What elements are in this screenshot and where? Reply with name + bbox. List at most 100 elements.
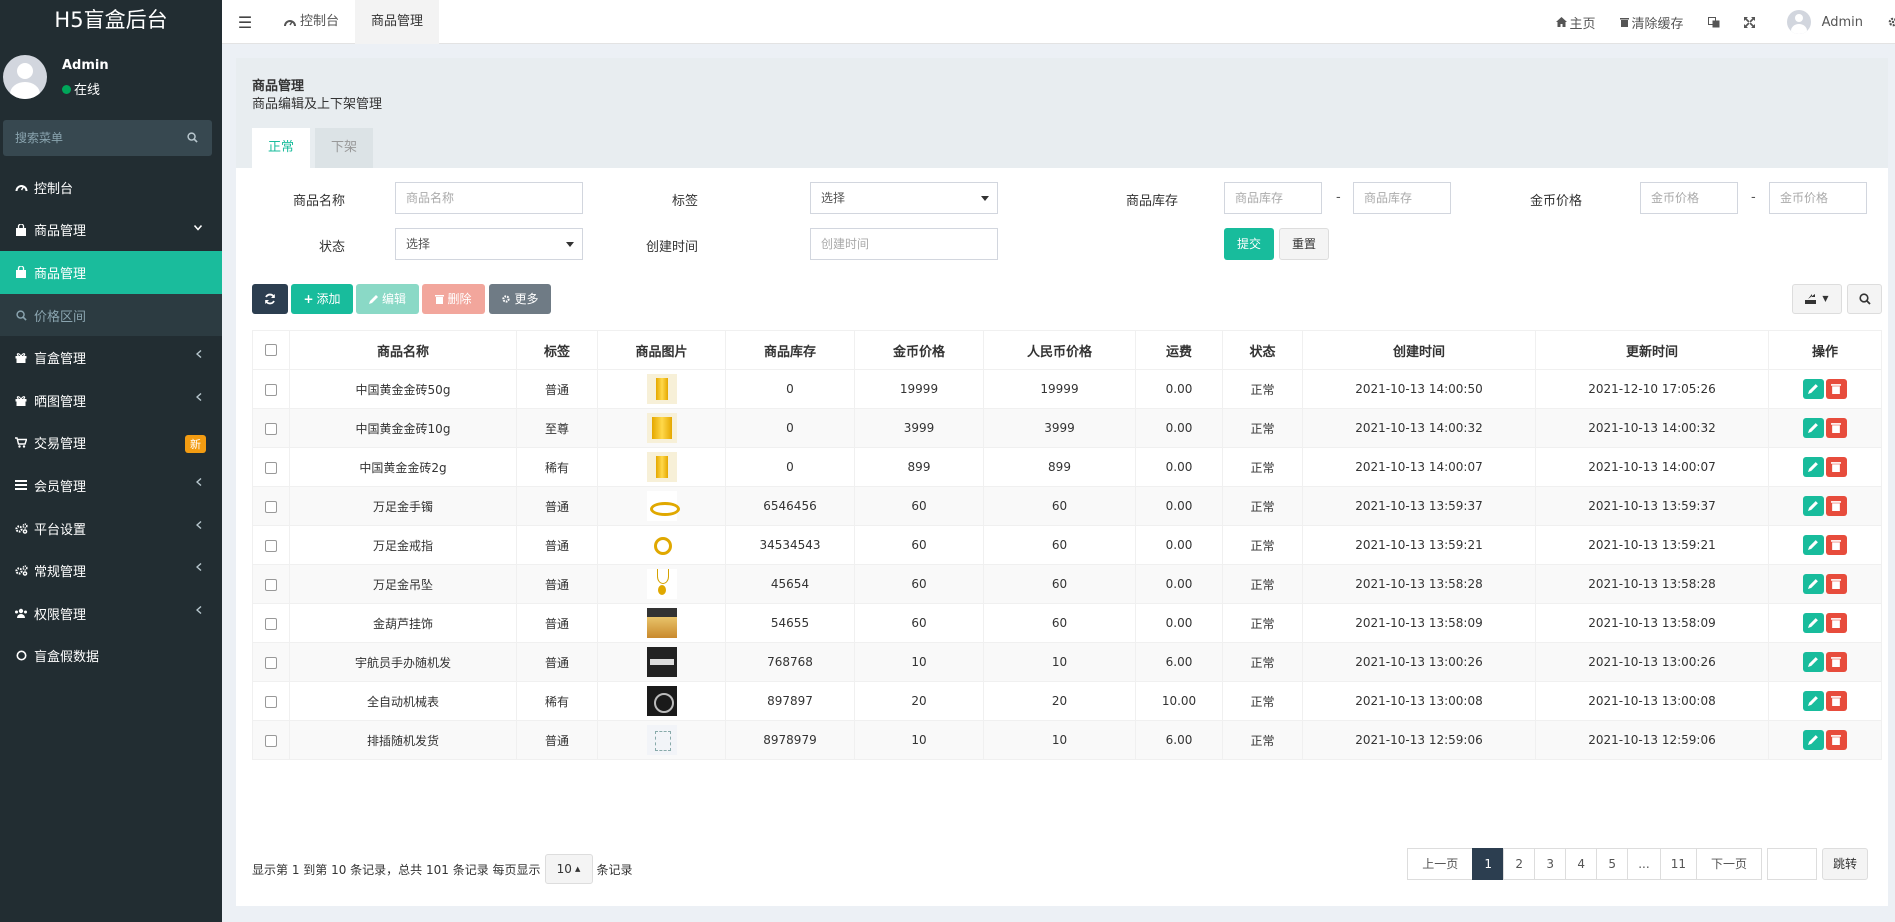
page-button-0[interactable]: 1 (1472, 848, 1505, 880)
product-thumbnail[interactable] (646, 725, 677, 755)
table-row[interactable]: 万足金手镯 普通 6546456 60 60 0.00 正常 2021-10-13 13:59… (252, 486, 1882, 526)
status-select[interactable]: 选择 (395, 228, 583, 260)
row-edit-button[interactable] (1803, 652, 1824, 672)
page-button-6[interactable]: 11 (1659, 848, 1697, 880)
row-delete-button[interactable] (1826, 613, 1847, 633)
row-delete-button[interactable] (1826, 730, 1847, 750)
sidebar-item-8[interactable]: 平台设置 (0, 507, 222, 550)
row-edit-button[interactable] (1803, 730, 1824, 750)
product-thumbnail[interactable] (646, 608, 677, 638)
row-edit-button[interactable] (1803, 457, 1824, 477)
sidebar-item-5[interactable]: 晒图管理 (0, 379, 222, 422)
stock-max-input[interactable] (1353, 182, 1451, 214)
page-button-1[interactable]: 2 (1503, 848, 1536, 880)
row-edit-button[interactable] (1803, 613, 1824, 633)
col-name[interactable]: 商品名称 (289, 330, 517, 370)
checkbox[interactable] (265, 617, 277, 630)
sidebar-item-3[interactable]: 价格区间 (0, 293, 222, 337)
row-edit-button[interactable] (1803, 418, 1824, 438)
table-row[interactable]: 中国黄金金砖10g 至尊 0 3999 3999 0.00 正常 2021-10-13 14:… (252, 408, 1882, 448)
table-row[interactable]: 排插随机发货 普通 8978979 10 10 6.00 正常 2021-10-13 12:5… (252, 720, 1882, 760)
sidebar-item-0[interactable]: 控制台 (0, 166, 222, 209)
tab-product-manage[interactable]: 商品管理 (355, 0, 440, 44)
tab-normal[interactable]: 正常 (252, 128, 311, 168)
settings-button[interactable] (1875, 16, 1895, 28)
checkbox[interactable] (265, 539, 277, 552)
table-row[interactable]: 万足金戒指 普通 34534543 60 60 0.00 正常 2021-10-13 13:5… (252, 525, 1882, 565)
created-time-input[interactable] (810, 228, 998, 260)
table-row[interactable]: 万足金吊坠 普通 45654 60 60 0.00 正常 2021-10-13 13:58:2… (252, 564, 1882, 604)
col-tag[interactable]: 标签 (516, 330, 598, 370)
row-checkbox-cell[interactable] (252, 525, 290, 565)
fullscreen-button[interactable] (1732, 16, 1767, 28)
page-button-3[interactable]: 4 (1565, 848, 1598, 880)
row-delete-button[interactable] (1826, 457, 1847, 477)
page-button-4[interactable]: 5 (1596, 848, 1629, 880)
sidebar-item-9[interactable]: 常规管理 (0, 549, 222, 592)
next-page-button[interactable]: 下一页 (1695, 848, 1762, 880)
sidebar-item-2[interactable]: 商品管理 (0, 251, 222, 294)
clear-cache-link[interactable]: 清除缓存 (1608, 13, 1696, 32)
refresh-button[interactable] (252, 284, 288, 314)
sidebar-item-1[interactable]: 商品管理 (0, 209, 222, 252)
more-button[interactable]: 更多 (489, 284, 551, 314)
jump-page-input[interactable] (1766, 848, 1817, 880)
col-fee[interactable]: 运费 (1135, 330, 1223, 370)
col-updated[interactable]: 更新时间 (1535, 330, 1769, 370)
col-image[interactable]: 商品图片 (597, 330, 726, 370)
checkbox[interactable] (265, 422, 277, 435)
row-checkbox-cell[interactable] (252, 603, 290, 643)
row-edit-button[interactable] (1803, 379, 1824, 399)
tab-offshelf[interactable]: 下架 (315, 128, 374, 168)
row-edit-button[interactable] (1803, 496, 1824, 516)
sidebar-item-10[interactable]: 权限管理 (0, 592, 222, 635)
checkbox[interactable] (265, 656, 277, 669)
row-checkbox-cell[interactable] (252, 408, 290, 448)
submit-button[interactable]: 提交 (1224, 228, 1274, 260)
product-thumbnail[interactable] (646, 647, 677, 677)
price-max-input[interactable] (1769, 182, 1867, 214)
menu-toggle-icon[interactable]: ☰ (222, 13, 268, 32)
table-row[interactable]: 宇航员手办随机发 普通 768768 10 10 6.00 正常 2021-10-13 13:… (252, 642, 1882, 682)
row-edit-button[interactable] (1803, 691, 1824, 711)
row-checkbox-cell[interactable] (252, 681, 290, 721)
language-button[interactable] (1696, 16, 1732, 28)
row-delete-button[interactable] (1826, 574, 1847, 594)
product-thumbnail[interactable] (646, 452, 677, 482)
sidebar-item-6[interactable]: 交易管理 新 (0, 422, 222, 465)
prev-page-button[interactable]: 上一页 (1407, 848, 1474, 880)
reset-button[interactable]: 重置 (1279, 228, 1329, 260)
col-status[interactable]: 状态 (1222, 330, 1303, 370)
row-delete-button[interactable] (1826, 496, 1847, 516)
row-checkbox-cell[interactable] (252, 720, 290, 760)
select-all-checkbox[interactable] (252, 330, 290, 370)
col-created[interactable]: 创建时间 (1302, 330, 1536, 370)
row-checkbox-cell[interactable] (252, 564, 290, 604)
row-checkbox-cell[interactable] (252, 369, 290, 409)
price-min-input[interactable] (1640, 182, 1738, 214)
checkbox[interactable] (265, 500, 277, 513)
product-thumbnail[interactable] (646, 569, 677, 599)
tab-dashboard[interactable]: 控制台 (268, 0, 355, 44)
row-edit-button[interactable] (1803, 535, 1824, 555)
row-checkbox-cell[interactable] (252, 447, 290, 487)
table-row[interactable]: 金葫芦挂饰 普通 54655 60 60 0.00 正常 2021-10-13 13:58:0… (252, 603, 1882, 643)
row-delete-button[interactable] (1826, 535, 1847, 555)
page-button-2[interactable]: 3 (1534, 848, 1567, 880)
checkbox[interactable] (265, 383, 277, 396)
tag-select[interactable]: 选择 (810, 182, 998, 214)
product-thumbnail[interactable] (646, 413, 677, 443)
checkbox[interactable] (265, 578, 277, 591)
product-thumbnail[interactable] (646, 686, 677, 716)
checkbox[interactable] (265, 461, 277, 474)
sidebar-item-11[interactable]: 盲盒假数据 (0, 635, 222, 678)
export-button[interactable]: ▼ (1792, 284, 1842, 314)
stock-min-input[interactable] (1224, 182, 1322, 214)
table-search-button[interactable] (1847, 284, 1882, 314)
product-thumbnail[interactable] (646, 491, 680, 521)
row-delete-button[interactable] (1826, 652, 1847, 672)
row-checkbox-cell[interactable] (252, 486, 290, 526)
col-coin-price[interactable]: 金币价格 (854, 330, 984, 370)
checkbox[interactable] (265, 695, 277, 708)
edit-button[interactable]: 编辑 (356, 284, 419, 314)
